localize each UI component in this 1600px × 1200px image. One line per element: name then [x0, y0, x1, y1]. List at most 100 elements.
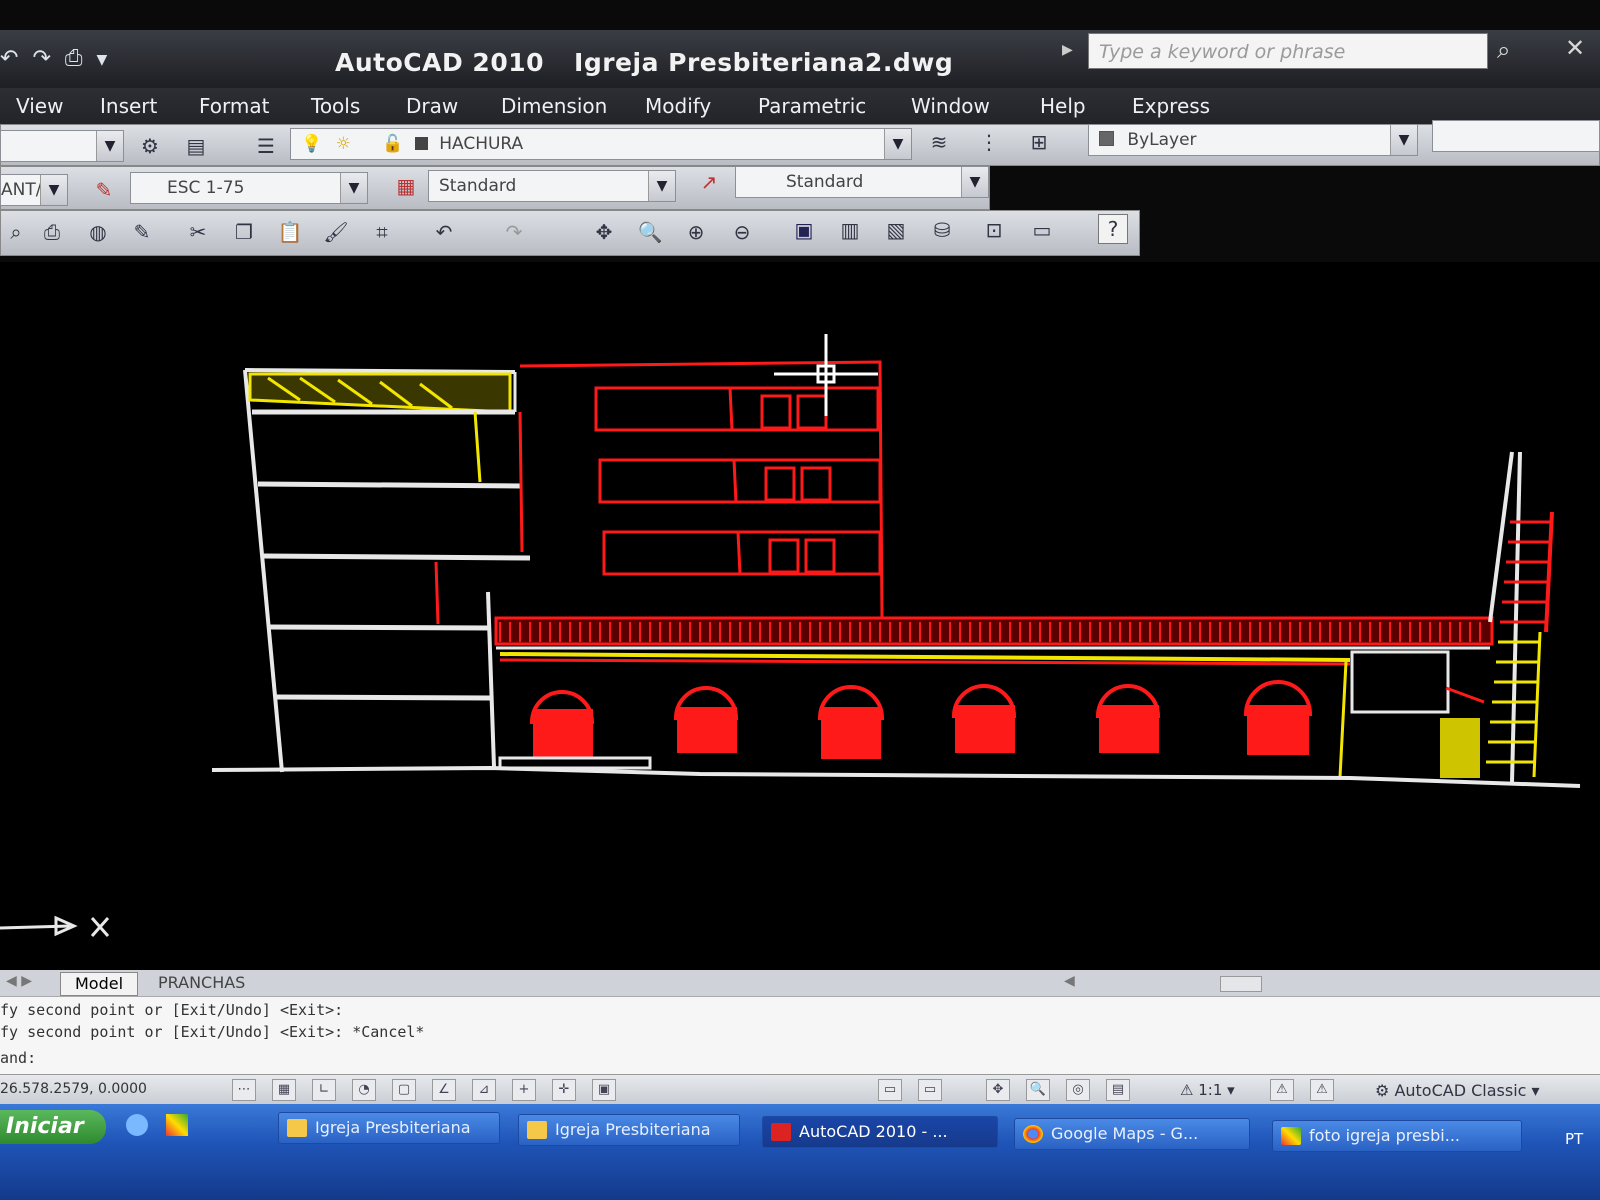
- layer-walk-icon[interactable]: ⊞: [1025, 128, 1053, 156]
- redo-icon[interactable]: ↷: [32, 46, 50, 71]
- wrench-icon[interactable]: ✕: [1565, 34, 1585, 62]
- layer-properties-icon[interactable]: ☰: [252, 132, 280, 160]
- quick-launch-ie-icon[interactable]: [126, 1114, 148, 1136]
- command-prompt[interactable]: and:: [0, 1049, 36, 1067]
- menu-help[interactable]: Help: [1040, 94, 1086, 118]
- taskbar-item-autocad[interactable]: AutoCAD 2010 - ...: [762, 1116, 998, 1148]
- layout-view-icon[interactable]: ▭: [918, 1079, 942, 1101]
- cut-icon[interactable]: ✂: [184, 218, 212, 246]
- drawing-canvas[interactable]: [0, 262, 1600, 970]
- menu-draw[interactable]: Draw: [406, 94, 458, 118]
- help-icon[interactable]: ?: [1098, 214, 1128, 244]
- chevron-down-icon[interactable]: ▼: [961, 167, 988, 197]
- text-style-dropdown[interactable]: ANT/ ▼: [0, 174, 68, 206]
- horizontal-scrollbar-thumb[interactable]: [1220, 976, 1262, 992]
- menu-insert[interactable]: Insert: [100, 94, 157, 118]
- taskbar-item-explorer-1[interactable]: Igreja Presbiteriana: [278, 1112, 500, 1144]
- annotation-scale[interactable]: ⚠ 1:1 ▾: [1180, 1081, 1235, 1099]
- chevron-down-icon[interactable]: ▼: [96, 131, 123, 161]
- pan-icon[interactable]: ✥: [590, 218, 618, 246]
- color-dropdown[interactable]: ByLayer ▼: [1088, 124, 1418, 156]
- quickcalc-icon[interactable]: ▭: [1028, 216, 1056, 244]
- publish-icon[interactable]: ✎: [128, 218, 156, 246]
- undo-icon[interactable]: ↶: [0, 46, 18, 71]
- osnap-toggle[interactable]: ▢: [392, 1079, 416, 1101]
- plot-preview-icon[interactable]: ⌕: [2, 218, 30, 246]
- start-button[interactable]: Iniciar: [0, 1110, 106, 1144]
- publish-3d-icon[interactable]: ◍: [84, 218, 112, 246]
- taskbar-item-chrome[interactable]: Google Maps - G...: [1014, 1118, 1250, 1150]
- auto-scale-icon[interactable]: ⚠: [1310, 1079, 1334, 1101]
- match-properties-icon[interactable]: 🖌: [322, 218, 350, 246]
- sheet-set-icon[interactable]: ⛁: [928, 216, 956, 244]
- menu-parametric[interactable]: Parametric: [758, 94, 866, 118]
- multileader-style-dropdown[interactable]: Standard ▼: [735, 166, 989, 198]
- zoom-previous-icon[interactable]: ⊖: [728, 218, 756, 246]
- workspace-combo[interactable]: ▼: [0, 130, 124, 162]
- linetype-dropdown[interactable]: [1432, 120, 1600, 152]
- menu-dimension[interactable]: Dimension: [501, 94, 607, 118]
- polar-toggle[interactable]: ◔: [352, 1079, 376, 1101]
- chevron-down-icon[interactable]: ▼: [340, 173, 367, 203]
- copy-icon[interactable]: ❐: [230, 218, 258, 246]
- menu-format[interactable]: Format: [199, 94, 269, 118]
- table-style-icon[interactable]: ▦: [392, 172, 420, 200]
- zoom-window-icon[interactable]: ⊕: [682, 218, 710, 246]
- quick-launch-paint-icon[interactable]: [166, 1114, 188, 1136]
- tool-palettes-icon[interactable]: ▧: [882, 216, 910, 244]
- layer-states-icon[interactable]: ▤: [182, 132, 210, 160]
- make-current-layer-icon[interactable]: ≋: [925, 128, 953, 156]
- gear-icon[interactable]: ⚙: [136, 132, 164, 160]
- markup-icon[interactable]: ⊡: [980, 216, 1008, 244]
- workspace-switch[interactable]: ⚙ AutoCAD Classic ▾: [1375, 1081, 1540, 1100]
- command-window[interactable]: fy second point or [Exit/Undo] <Exit>: f…: [0, 996, 1600, 1075]
- showmotion-icon[interactable]: ▤: [1106, 1079, 1130, 1101]
- plot-icon[interactable]: ⎙: [38, 218, 66, 246]
- layer-previous-icon[interactable]: ⋮: [975, 128, 1003, 156]
- lightbulb-icon[interactable]: 💡: [301, 134, 322, 154]
- binoculars-icon[interactable]: ⌕: [1497, 36, 1510, 64]
- zoom-realtime-icon[interactable]: 🔍: [636, 218, 664, 246]
- menu-modify[interactable]: Modify: [645, 94, 711, 118]
- tab-model[interactable]: Model: [60, 972, 139, 996]
- pan-status-icon[interactable]: ✥: [986, 1079, 1010, 1101]
- taskbar-item-explorer-2[interactable]: Igreja Presbiteriana: [518, 1114, 740, 1146]
- expand-arrow-icon[interactable]: ▶: [1062, 42, 1073, 58]
- chevron-down-icon[interactable]: ▼: [1390, 125, 1417, 155]
- search-input[interactable]: Type a keyword or phrase: [1088, 33, 1488, 69]
- undo-icon[interactable]: ↶: [430, 218, 458, 246]
- redo-icon[interactable]: ↷: [500, 218, 528, 246]
- scrollbar-left-arrow[interactable]: ◀: [1064, 973, 1075, 989]
- zoom-status-icon[interactable]: 🔍: [1026, 1079, 1050, 1101]
- language-indicator[interactable]: PT: [1565, 1130, 1583, 1148]
- menu-tools[interactable]: Tools: [311, 94, 360, 118]
- ortho-toggle[interactable]: ∟: [312, 1079, 336, 1101]
- lwt-toggle[interactable]: ✛: [552, 1079, 576, 1101]
- lock-icon[interactable]: 🔓: [382, 134, 403, 154]
- menu-view[interactable]: View: [16, 94, 63, 118]
- dyn-toggle[interactable]: +: [512, 1079, 536, 1101]
- chevron-down-icon[interactable]: ▼: [884, 129, 911, 159]
- chevron-down-icon[interactable]: ▼: [40, 175, 67, 205]
- grid-toggle[interactable]: ▦: [272, 1079, 296, 1101]
- layer-dropdown[interactable]: 💡 ☼ 🔓 HACHURA ▼: [290, 128, 912, 160]
- menu-window[interactable]: Window: [911, 94, 990, 118]
- chevron-down-icon[interactable]: ▼: [96, 52, 107, 71]
- model-space-icon[interactable]: ▭: [878, 1079, 902, 1101]
- dimension-style-dropdown[interactable]: ESC 1-75 ▼: [130, 172, 368, 204]
- ducs-toggle[interactable]: ⊿: [472, 1079, 496, 1101]
- table-style-dropdown[interactable]: Standard ▼: [428, 170, 676, 202]
- taskbar-item-paint[interactable]: foto igreja presbi...: [1272, 1120, 1522, 1152]
- sun-icon[interactable]: ☼: [336, 134, 351, 154]
- snap-toggle[interactable]: ⋯: [232, 1079, 256, 1101]
- tab-nav-arrows[interactable]: ◀ ▶: [6, 973, 32, 989]
- chevron-down-icon[interactable]: ▼: [648, 171, 675, 201]
- steering-wheel-icon[interactable]: ◎: [1066, 1079, 1090, 1101]
- plot-icon[interactable]: ⎙: [65, 46, 83, 71]
- dimension-style-icon[interactable]: ✎: [90, 176, 118, 204]
- block-editor-icon[interactable]: ⌗: [368, 218, 396, 246]
- annotation-visibility-icon[interactable]: ⚠: [1270, 1079, 1294, 1101]
- paste-icon[interactable]: 📋: [276, 218, 304, 246]
- design-center-icon[interactable]: ▥: [836, 216, 864, 244]
- tab-pranchas[interactable]: PRANCHAS: [144, 972, 259, 994]
